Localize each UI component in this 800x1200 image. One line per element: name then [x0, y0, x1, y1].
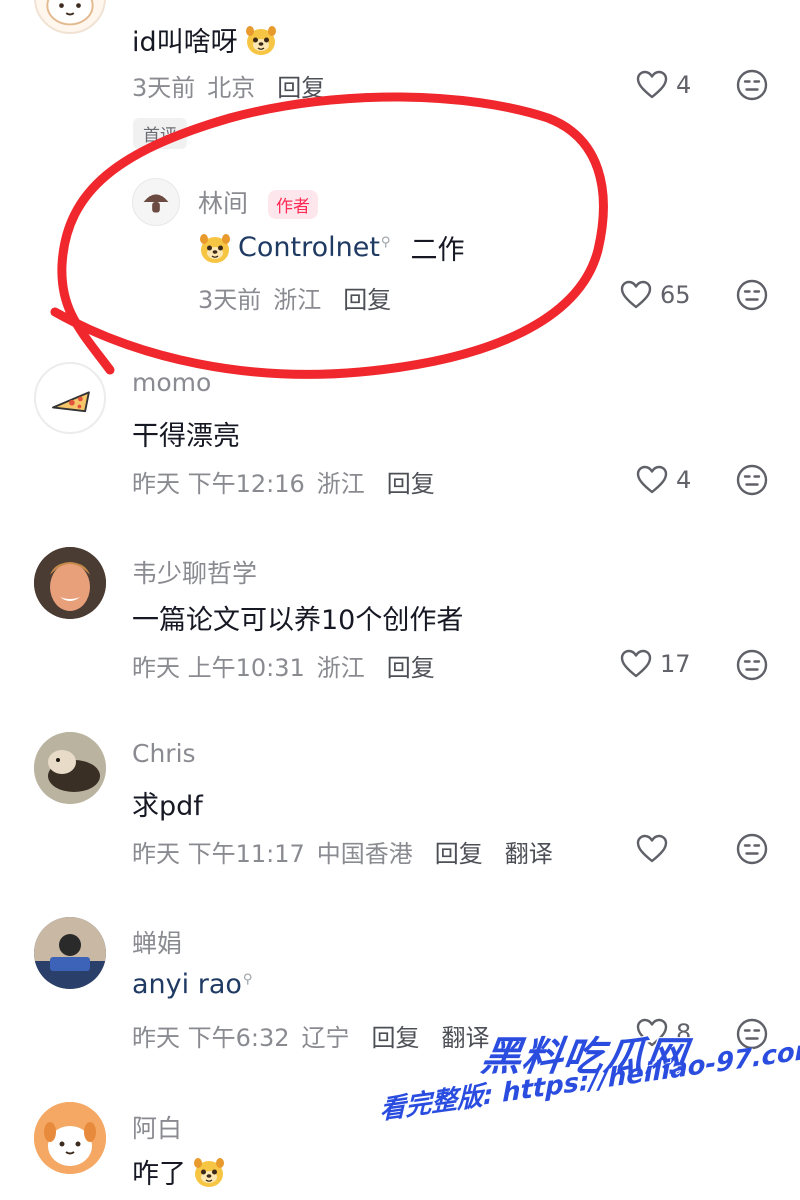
- cartoon-dog-avatar-icon: [34, 1102, 106, 1174]
- username[interactable]: Chris: [132, 739, 196, 768]
- heart-outline-icon: [636, 70, 668, 100]
- avatar[interactable]: [34, 0, 106, 34]
- comment-meta: 昨天 下午6:32 辽宁 回复 翻译: [132, 1018, 490, 1053]
- search-mini-icon: ⚲: [242, 972, 253, 987]
- comment-text: 咋了: [132, 1152, 226, 1191]
- dog-emoji-icon: [244, 23, 278, 57]
- heart-outline-icon: [620, 649, 652, 679]
- reply-button[interactable]: 回复: [387, 648, 435, 683]
- dog-emoji-icon: [192, 1155, 226, 1189]
- reply-button[interactable]: 回复: [435, 834, 483, 869]
- mushroom-avatar-icon: [133, 179, 179, 225]
- first-comment-tag: 首评: [133, 118, 187, 149]
- comment-text: 求pdf: [132, 791, 203, 822]
- reply-button[interactable]: 回复: [277, 68, 325, 103]
- person-photo-avatar-icon: [34, 917, 106, 989]
- avatar[interactable]: [34, 1102, 106, 1174]
- translate-button[interactable]: 翻译: [505, 834, 553, 869]
- like-count: 4: [676, 71, 692, 99]
- avatar[interactable]: [34, 362, 106, 434]
- reply-button[interactable]: 回复: [372, 1018, 420, 1053]
- man-photo-avatar-icon: [34, 547, 106, 619]
- like-button[interactable]: 17: [620, 649, 691, 679]
- like-count: 17: [660, 650, 691, 678]
- like-button[interactable]: 4: [636, 70, 691, 100]
- author-badge: 作者: [267, 190, 318, 219]
- username[interactable]: momo: [132, 368, 211, 397]
- dog-photo-avatar-icon: [34, 732, 106, 804]
- comment-text: 干得漂亮: [132, 421, 240, 452]
- comment-meta: 3天前 浙江 回复: [198, 280, 391, 315]
- comment-text: 一篇论文可以养10个创作者: [132, 605, 464, 636]
- mention-link[interactable]: anyi rao⚲: [132, 969, 252, 1000]
- comment-meta: 昨天 上午10:31 浙江 回复: [132, 648, 435, 683]
- like-button[interactable]: [636, 834, 668, 864]
- reply-button[interactable]: 回复: [387, 464, 435, 499]
- pizza-avatar-icon: [52, 391, 90, 413]
- heart-outline-icon: [636, 834, 668, 864]
- search-mini-icon: ⚲: [380, 235, 391, 250]
- username[interactable]: 林间 作者: [198, 184, 318, 220]
- comment-meta: 昨天 下午11:17 中国香港 回复 翻译: [132, 834, 553, 869]
- dog-emoji-icon: [198, 231, 232, 265]
- avatar[interactable]: [132, 178, 180, 226]
- cartoon-dog-avatar-icon: [36, 0, 104, 32]
- username[interactable]: 韦少聊哲学: [132, 554, 257, 590]
- neutral-face-icon[interactable]: [736, 833, 768, 865]
- comment-text: Controlnet⚲ 二作: [198, 228, 464, 267]
- comment-meta: 3天前 北京 回复: [132, 68, 325, 103]
- mention-link[interactable]: Controlnet⚲: [238, 232, 390, 263]
- like-button[interactable]: 4: [636, 465, 691, 495]
- neutral-face-icon[interactable]: [736, 279, 768, 311]
- username[interactable]: 阿白: [132, 1109, 182, 1145]
- comment-text: anyi rao⚲: [132, 969, 252, 1000]
- reply-button[interactable]: 回复: [343, 280, 391, 315]
- like-button[interactable]: 65: [620, 280, 691, 310]
- comment-text: id叫啥呀: [132, 20, 278, 59]
- username[interactable]: 蝉娟: [132, 924, 182, 960]
- comment-meta: 昨天 下午12:16 浙江 回复: [132, 464, 435, 499]
- heart-outline-icon: [636, 465, 668, 495]
- like-count: 65: [660, 281, 691, 309]
- avatar[interactable]: [34, 917, 106, 989]
- heart-outline-icon: [620, 280, 652, 310]
- avatar[interactable]: [34, 547, 106, 619]
- neutral-face-icon[interactable]: [736, 69, 768, 101]
- red-annotation-circle: [50, 92, 608, 379]
- like-count: 4: [676, 466, 692, 494]
- neutral-face-icon[interactable]: [736, 649, 768, 681]
- avatar[interactable]: [34, 732, 106, 804]
- neutral-face-icon[interactable]: [736, 464, 768, 496]
